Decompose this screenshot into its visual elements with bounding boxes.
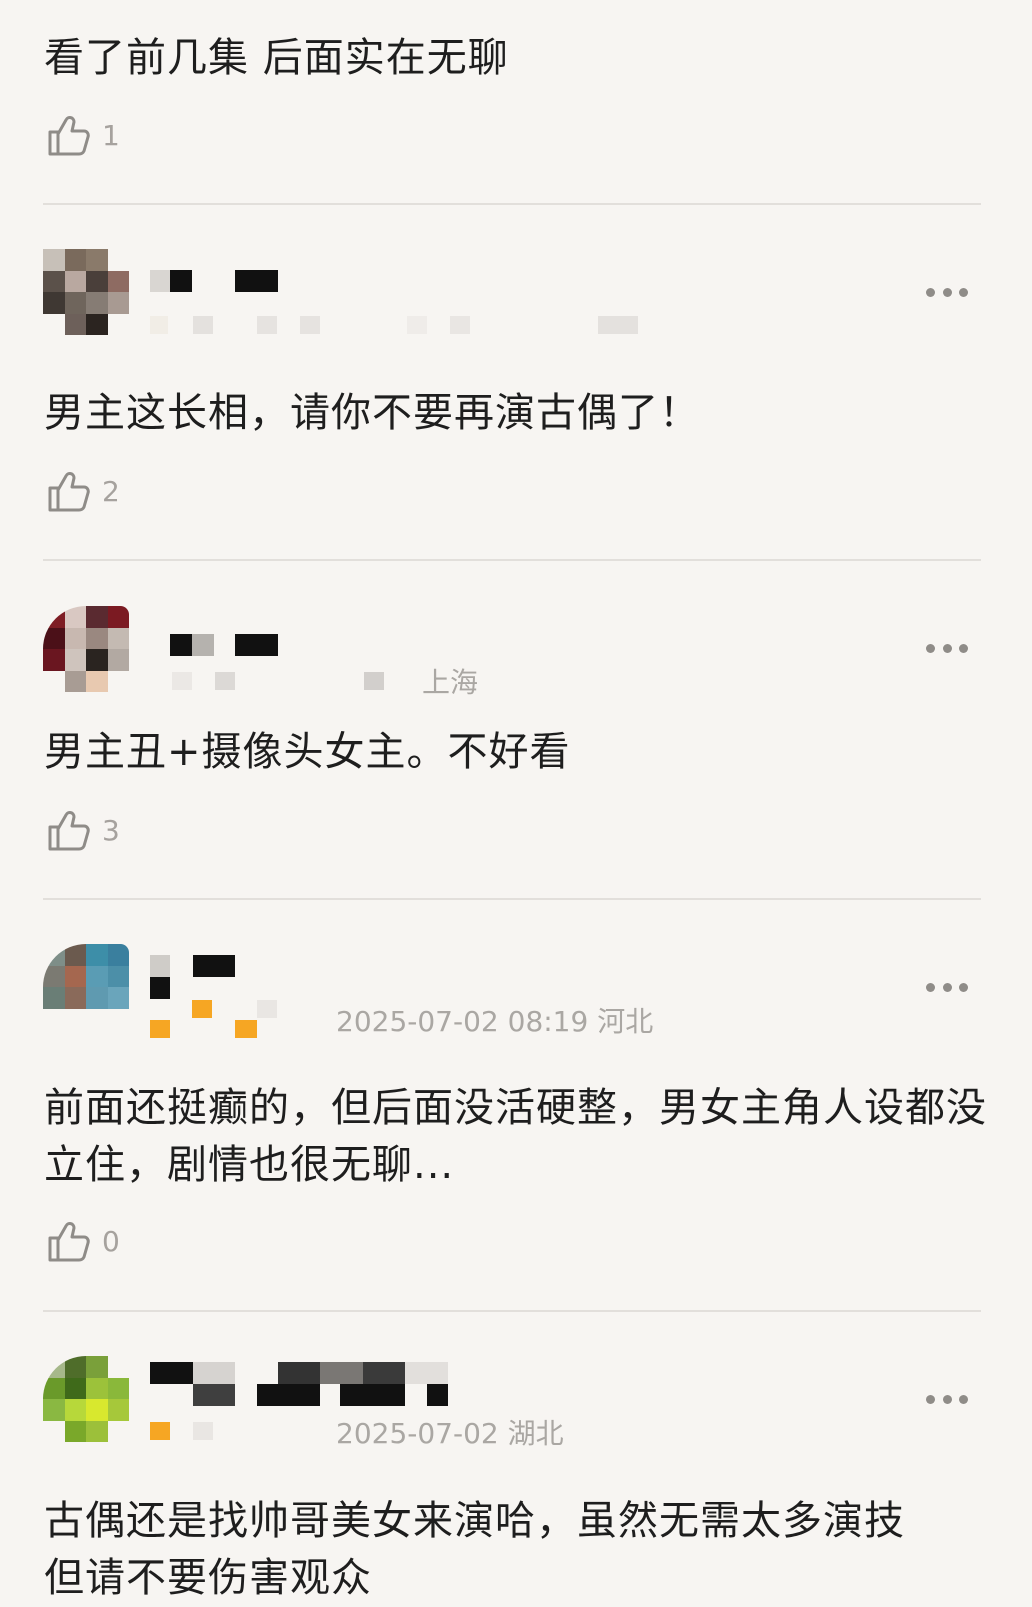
thumbs-up-icon <box>48 811 90 851</box>
like-button[interactable]: 3 <box>44 805 120 855</box>
comment-text: 男主丑+摄像头女主。不好看 <box>44 729 571 775</box>
like-count: 1 <box>102 118 120 152</box>
thumbs-up-icon <box>48 472 90 512</box>
avatar[interactable] <box>43 1356 129 1442</box>
more-dots-icon[interactable] <box>926 286 968 298</box>
username-redacted[interactable] <box>150 634 290 656</box>
comment-text-line2: 但请不要伤害观众 <box>44 1555 372 1601</box>
username-redacted[interactable] <box>150 270 290 292</box>
more-dots-icon[interactable] <box>926 642 968 654</box>
divider <box>43 898 981 900</box>
comment-meta: 2025-07-02 湖北 <box>336 1417 564 1450</box>
comment-meta-redacted <box>150 314 670 338</box>
thumbs-up-icon <box>48 1222 90 1262</box>
username-redacted[interactable] <box>150 1362 460 1384</box>
comment-meta: 2025-07-02 08:19 河北 <box>336 1005 654 1038</box>
thumbs-up-icon <box>48 116 90 156</box>
comment-text: 古偶还是找帅哥美女来演哈，虽然无需太多演技 <box>44 1498 905 1544</box>
avatar[interactable] <box>43 944 129 1030</box>
avatar[interactable] <box>43 249 129 335</box>
username-redacted-2 <box>150 977 190 999</box>
divider <box>43 559 981 561</box>
more-dots-icon[interactable] <box>926 1393 968 1405</box>
more-dots-icon[interactable] <box>926 981 968 993</box>
comment-text: 男主这长相，请你不要再演古偶了！ <box>44 390 700 436</box>
username-redacted[interactable] <box>150 955 290 977</box>
comment-text: 前面还挺癫的，但后面没活硬整，男女主角人设都没立住，剧情也很无聊... <box>44 1085 987 1188</box>
level-badge-redacted <box>150 1420 320 1444</box>
like-count: 0 <box>102 1224 120 1258</box>
like-button[interactable]: 2 <box>44 466 120 516</box>
divider <box>43 203 981 205</box>
like-button[interactable]: 1 <box>44 110 120 160</box>
avatar[interactable] <box>43 606 129 692</box>
divider <box>43 1310 981 1312</box>
comment-location: 上海 <box>422 666 479 699</box>
like-count: 2 <box>102 474 120 508</box>
level-badge-redacted <box>150 998 290 1038</box>
like-count: 3 <box>102 813 120 847</box>
username-redacted-2 <box>150 1384 460 1406</box>
like-button[interactable]: 0 <box>44 1216 120 1266</box>
comment-text: 看了前几集 后面实在无聊 <box>44 35 509 81</box>
